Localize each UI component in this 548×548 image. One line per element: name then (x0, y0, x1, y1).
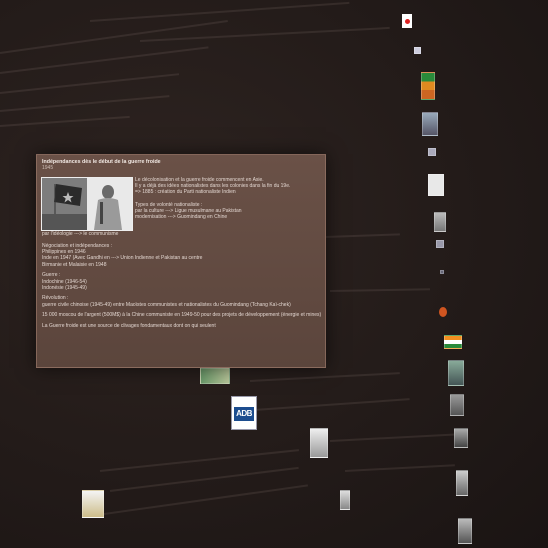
paragraph-line: 15 000 moscou de l'argent (500M$) à la C… (42, 312, 322, 319)
paragraph-line: Birmanie et Malaisie en 1948 (42, 261, 107, 268)
bg-line (0, 46, 209, 74)
photo-thumbnail[interactable] (440, 270, 444, 274)
map-thumbnail[interactable] (200, 368, 230, 384)
paragraph: 15 000 moscou de l'argent (500M$) à la C… (42, 312, 322, 318)
photo-thumbnail[interactable] (456, 470, 468, 496)
flag-icon[interactable] (402, 14, 412, 28)
photo-thumbnail[interactable] (340, 490, 350, 510)
photo-thumbnail[interactable] (414, 47, 421, 54)
photo-thumbnail[interactable] (428, 148, 436, 156)
bg-line (329, 288, 431, 292)
bg-line (89, 1, 350, 22)
flag-icon[interactable] (421, 72, 435, 100)
adb-logo[interactable]: ADB (231, 396, 257, 430)
photo-thumbnail[interactable] (422, 112, 438, 136)
flag-icon[interactable] (439, 307, 447, 317)
card-body: Négociation et indépendances : Philippin… (42, 243, 322, 334)
bg-line (329, 433, 460, 442)
bg-line (99, 449, 300, 472)
photo-thumbnail[interactable] (450, 394, 464, 416)
paragraph: Révolution : guerre civile chinoise (194… (42, 295, 322, 307)
paragraph: Négociation et indépendances : Philippin… (42, 243, 322, 268)
intro-line: modernisation ---> Guomindang en Chine (135, 214, 228, 221)
flag-icon[interactable] (444, 335, 462, 349)
photo-thumbnail[interactable] (436, 240, 444, 248)
bg-line (0, 73, 180, 94)
photo-thumbnail[interactable] (454, 428, 468, 448)
paragraph-line: La Guerre froide est une source de cliva… (42, 323, 216, 330)
adb-logo-text: ADB (234, 407, 254, 421)
bg-line (0, 95, 170, 112)
card-intro: Le décolonisation et la guerre froide co… (135, 177, 315, 220)
bg-line (249, 372, 400, 382)
historical-photo (41, 177, 133, 231)
card-subtitle: 1945 (42, 165, 54, 172)
bg-line (109, 466, 299, 492)
map-thumbnail[interactable] (428, 174, 444, 196)
bg-line (0, 115, 130, 127)
map-thumbnail[interactable] (82, 490, 104, 518)
photo-thumbnail[interactable] (448, 360, 464, 386)
bg-line (139, 26, 390, 42)
paragraph-line: guerre civile chinoise (1945-49) entre M… (42, 301, 291, 308)
paragraph-line: Indonésie (1945-49) (42, 284, 87, 291)
note-card[interactable]: Indépendances dès le début de la guerre … (36, 154, 326, 368)
photo-thumbnail[interactable] (458, 518, 472, 544)
paragraph: La Guerre froide est une source de cliva… (42, 323, 322, 329)
photo-thumbnail[interactable] (434, 212, 446, 232)
bg-line (239, 398, 410, 412)
bg-line (344, 464, 455, 472)
photo-graphic (42, 178, 132, 230)
paragraph: Guerre : Indochine (1946-54) Indonésie (… (42, 272, 322, 291)
photo-caption: par l'idéologie ---> le communisme (42, 231, 119, 237)
photo-thumbnail[interactable] (310, 428, 328, 458)
